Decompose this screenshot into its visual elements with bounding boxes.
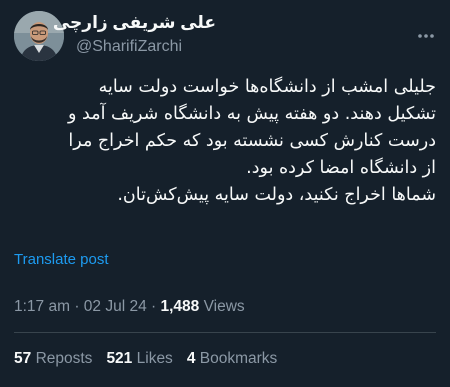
tweet-text: جلیلی امشب از دانشگاه‌ها خواست دولت سایه… bbox=[68, 77, 436, 205]
reposts-count: 57 bbox=[14, 350, 32, 367]
divider bbox=[14, 332, 436, 333]
views-count: 1,488 bbox=[160, 298, 200, 315]
likes-label: Likes bbox=[136, 350, 173, 367]
views-label: Views bbox=[203, 298, 245, 315]
engagement-stats: 57 Reposts 521 Likes 4 Bookmarks bbox=[14, 350, 291, 368]
bookmarks-count: 4 bbox=[186, 350, 196, 367]
tweet-time[interactable]: 1:17 am bbox=[14, 298, 70, 315]
bookmarks-stat[interactable]: 4 Bookmarks bbox=[187, 350, 277, 367]
reposts-label: Reposts bbox=[35, 350, 93, 367]
translate-post-link[interactable]: Translate post bbox=[14, 251, 109, 268]
user-handle[interactable]: @SharifiZarchi bbox=[76, 37, 216, 57]
meta-separator: · bbox=[151, 298, 161, 315]
likes-count: 521 bbox=[106, 350, 133, 367]
tweet-meta: 1:17 am · 02 Jul 24 · 1,488 Views bbox=[14, 298, 245, 316]
author-block: علی شریفی زارچی @SharifiZarchi bbox=[53, 12, 216, 57]
bookmarks-label: Bookmarks bbox=[199, 350, 278, 367]
more-horizontal-icon[interactable] bbox=[416, 26, 436, 46]
meta-separator: · bbox=[74, 298, 84, 315]
likes-stat[interactable]: 521 Likes bbox=[106, 350, 172, 367]
reposts-stat[interactable]: 57 Reposts bbox=[14, 350, 92, 367]
display-name[interactable]: علی شریفی زارچی bbox=[53, 12, 216, 34]
tweet-detail: علی شریفی زارچی @SharifiZarchi جلیلی امش… bbox=[0, 0, 450, 387]
tweet-date[interactable]: 02 Jul 24 bbox=[84, 298, 147, 315]
